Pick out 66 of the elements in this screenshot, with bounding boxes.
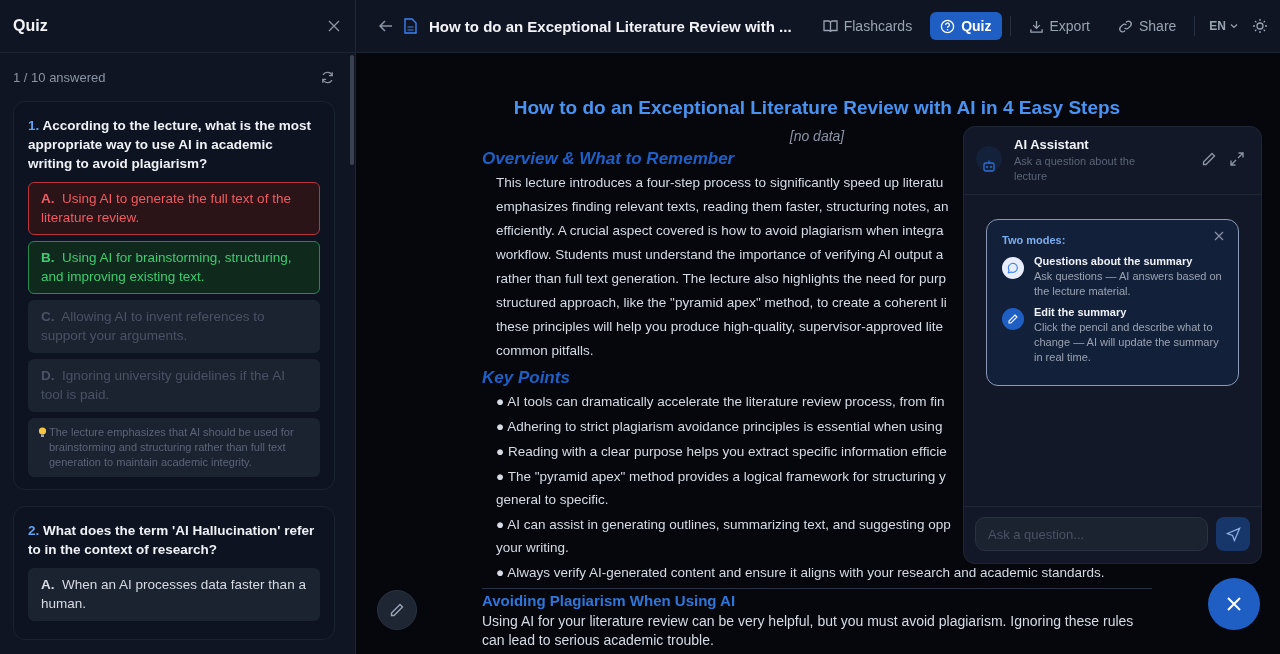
question-text: 1. According to the lecture, what is the most appropriate way to use AI in academic writing to avoid plagiarism? bbox=[28, 117, 313, 173]
key-point-line: ● Always verify AI-generated content and ensure it aligns with your research and academic standards. bbox=[496, 564, 1105, 582]
paragraph-line: structured approach, like the "pyramid apex" method, to create a coherent li bbox=[496, 294, 947, 312]
answer-option[interactable]: B. Using AI for brainstorming, structuring, and improving existing text. bbox=[28, 241, 320, 294]
pencil-icon[interactable] bbox=[1201, 151, 1217, 167]
tip-heading: Two modes: bbox=[1002, 234, 1066, 246]
section-heading: Key Points bbox=[482, 368, 570, 388]
edit-button[interactable] bbox=[377, 590, 417, 630]
pencil-icon bbox=[1002, 308, 1024, 330]
book-icon bbox=[822, 19, 838, 33]
key-point-line: ● AI can assist in generating outlines, summarizing text, and suggesting opp bbox=[496, 516, 951, 534]
answer-option[interactable]: A. Using AI to generate the full text of the literature review. bbox=[28, 182, 320, 235]
document-icon bbox=[404, 18, 417, 34]
paragraph-line: This lecture introduces a four-step process to significantly speed up literatu bbox=[496, 174, 944, 192]
back-arrow-icon[interactable] bbox=[378, 18, 394, 34]
answer-option[interactable]: A. When an AI processes data faster than a human. bbox=[28, 568, 320, 621]
question-circle-icon bbox=[940, 18, 956, 34]
language-select[interactable]: EN bbox=[1203, 15, 1244, 37]
refresh-icon[interactable] bbox=[320, 69, 335, 85]
send-icon bbox=[1225, 526, 1241, 542]
mode-description: Ask questions — AI answers based on the lecture material. bbox=[1034, 269, 1223, 299]
close-icon[interactable] bbox=[1214, 231, 1224, 241]
assistant-title: AI Assistant bbox=[1014, 137, 1089, 152]
document-heading: How to do an Exceptional Literature Review with AI in 4 Easy Steps bbox=[513, 97, 1121, 119]
sun-icon[interactable] bbox=[1252, 18, 1268, 34]
mode-description: Click the pencil and describe what to change — AI will update the summary in real time. bbox=[1034, 320, 1220, 365]
panel-title: Quiz bbox=[13, 17, 48, 35]
paragraph-text: Using AI for your literature review can be very helpful, but you must avoid plagiarism. Ignoring these rules can lead to serious academic trouble. bbox=[482, 612, 1135, 650]
download-icon bbox=[1028, 18, 1044, 34]
question-text: 2. What does the term 'AI Hallucination' refer to in the context of research? bbox=[28, 522, 316, 559]
subtitle-text: [no data] bbox=[789, 128, 845, 144]
close-icon[interactable] bbox=[327, 19, 341, 33]
key-point-line: ● The "pyramid apex" method provides a logical framework for structuring y bbox=[496, 468, 946, 486]
view-tab[interactable]: Flashcards bbox=[812, 12, 923, 40]
pencil-icon bbox=[389, 602, 405, 618]
robot-icon bbox=[976, 146, 1002, 172]
mode-title: Edit the summary bbox=[1034, 305, 1128, 320]
view-tab[interactable]: Quiz bbox=[930, 12, 1002, 40]
toolbar-button[interactable]: Export bbox=[1018, 12, 1100, 40]
paragraph-line: common pitfalls. bbox=[496, 342, 594, 360]
paragraph-line: workflow. Students must understand the importance of verifying AI output a bbox=[496, 246, 944, 264]
mode-title: Questions about the summary bbox=[1034, 254, 1194, 269]
key-point-line: general to specific. bbox=[496, 491, 609, 509]
progress-text: 1 / 10 answered bbox=[13, 69, 106, 85]
lightbulb-icon bbox=[38, 427, 47, 438]
key-point-line: ● Adhering to strict plagiarism avoidance principles is essential when using bbox=[496, 418, 943, 436]
key-point-line: ● Reading with a clear purpose helps you extract specific information efficie bbox=[496, 443, 947, 461]
send-button[interactable] bbox=[1216, 517, 1250, 551]
key-point-line: ● AI tools can dramatically accelerate the literature review process, from fin bbox=[496, 393, 945, 411]
expand-icon[interactable] bbox=[1229, 151, 1245, 167]
section-heading: Avoiding Plagiarism When Using AI bbox=[482, 592, 736, 609]
paragraph-line: these principles will help you produce high-quality, supervisor-approved lite bbox=[496, 318, 943, 336]
paragraph-line: efficiently. A crucial aspect covered is how to avoid plagiarism when integra bbox=[496, 222, 944, 240]
link-icon bbox=[1117, 18, 1133, 34]
chat-bubble-icon bbox=[1002, 257, 1024, 279]
assistant-subtitle: Ask a question about the lecture bbox=[1014, 154, 1137, 184]
key-point-line: your writing. bbox=[496, 539, 569, 557]
toolbar-button[interactable]: Share bbox=[1107, 12, 1187, 40]
chevron-down-icon bbox=[1230, 23, 1238, 29]
close-icon bbox=[1225, 595, 1243, 613]
section-heading: Overview & What to Remember bbox=[482, 149, 735, 169]
document-title: How to do an Exceptional Literature Review with ... bbox=[429, 17, 792, 35]
paragraph-line: emphasizes finding relevant texts, reading them faster, structuring notes, an bbox=[496, 198, 949, 216]
paragraph-line: rather than full text generation. The lecture also highlights the need for purp bbox=[496, 270, 947, 288]
close-button[interactable] bbox=[1208, 578, 1260, 630]
explanation-text: The lecture emphasizes that AI should be used for brainstorming and structuring rather than full text generation to maintain academic integrity. bbox=[49, 425, 295, 470]
